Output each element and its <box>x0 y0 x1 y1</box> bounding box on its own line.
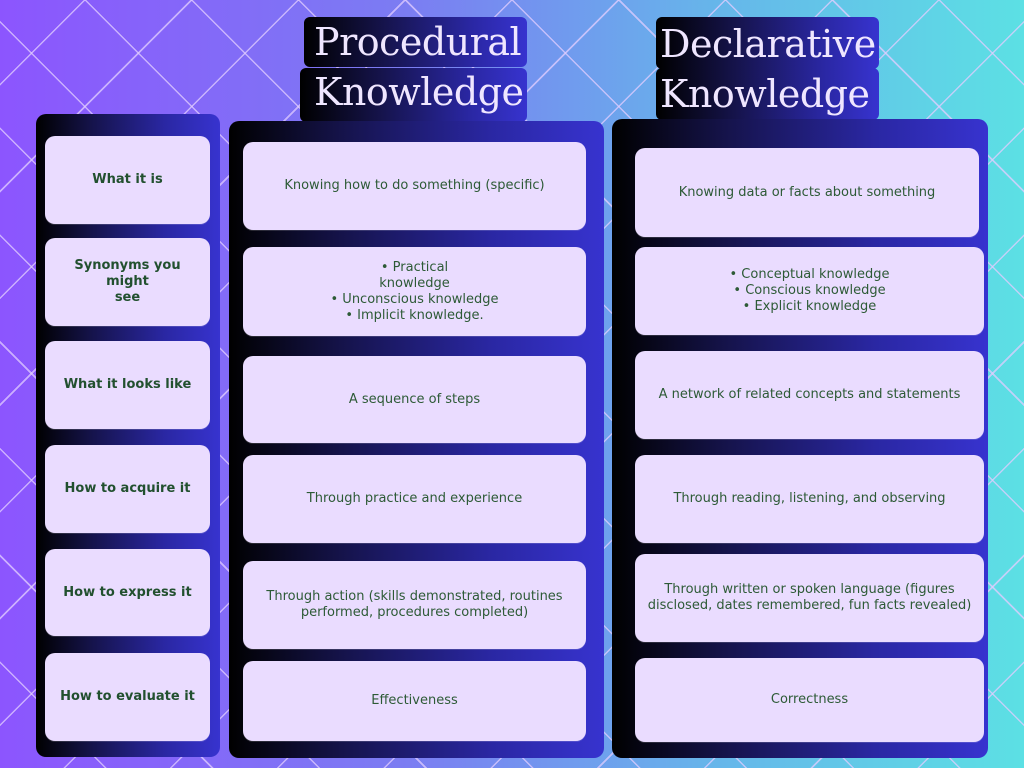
procedural-what-it-looks-like: A sequence of steps <box>243 356 586 443</box>
row-label-how-to-evaluate: How to evaluate it <box>45 653 210 741</box>
declarative-how-to-acquire: Through reading, listening, and observin… <box>635 455 984 543</box>
declarative-how-to-express: Through written or spoken language (figu… <box>635 554 984 642</box>
procedural-how-to-evaluate: Effectiveness <box>243 661 586 741</box>
procedural-title-line1: Procedural <box>314 20 522 64</box>
row-label-what-it-is: What it is <box>45 136 210 224</box>
declarative-what-it-looks-like: A network of related concepts and statem… <box>635 351 984 439</box>
declarative-how-to-evaluate: Correctness <box>635 658 984 742</box>
procedural-what-it-is: Knowing how to do something (specific) <box>243 142 586 230</box>
row-label-how-to-express: How to express it <box>45 549 210 636</box>
row-label-synonyms: Synonyms you might see <box>45 238 210 326</box>
declarative-what-it-is: Knowing data or facts about something <box>635 148 979 237</box>
procedural-how-to-express: Through action (skills demonstrated, rou… <box>243 561 586 649</box>
procedural-title-line2: Knowledge <box>314 70 524 114</box>
procedural-how-to-acquire: Through practice and experience <box>243 455 586 543</box>
row-label-what-it-looks-like: What it looks like <box>45 341 210 429</box>
row-label-how-to-acquire: How to acquire it <box>45 445 210 533</box>
procedural-synonyms: • Practical knowledge • Unconscious know… <box>243 247 586 336</box>
declarative-synonyms: • Conceptual knowledge • Conscious knowl… <box>635 247 984 335</box>
declarative-title-line2: Knowledge <box>660 72 870 116</box>
declarative-title-line1: Declarative <box>660 22 876 66</box>
